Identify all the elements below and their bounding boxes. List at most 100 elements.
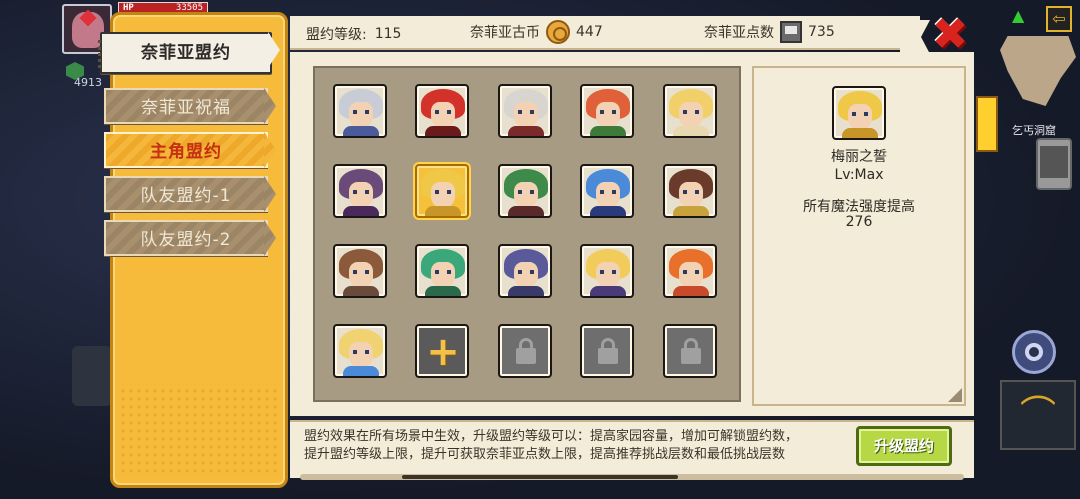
- companion-eyes: [353, 110, 369, 114]
- phone-icon[interactable]: [1036, 138, 1072, 190]
- coin-label: 奈菲亚古币: [470, 25, 540, 41]
- bow-icon[interactable]: ⌒: [1000, 380, 1076, 450]
- companion-body: [508, 126, 544, 136]
- companion-face: [514, 182, 538, 208]
- companion-slot[interactable]: [580, 164, 634, 218]
- covenant-effect-value: 276: [845, 214, 873, 230]
- upgrade-covenant-button[interactable]: 升级盟约: [856, 426, 952, 466]
- companion-face: [679, 102, 703, 128]
- points-counter: 奈菲亚点数 735: [704, 21, 835, 43]
- companion-body: [673, 286, 709, 296]
- portrait-eyes: [852, 112, 868, 116]
- tab-label: 队友盟约-1: [140, 186, 232, 206]
- side-tab[interactable]: [976, 96, 998, 152]
- tab-hero-covenant[interactable]: 主角盟约: [104, 132, 268, 168]
- companion-eyes: [353, 270, 369, 274]
- companion-eyes: [518, 110, 534, 114]
- companion-body: [508, 206, 544, 216]
- companion-body: [673, 206, 709, 216]
- companion-slot[interactable]: [580, 84, 634, 138]
- locked-slot[interactable]: [663, 324, 717, 378]
- exit-icon[interactable]: ⇦: [1046, 6, 1072, 32]
- detail-portrait: [832, 86, 886, 140]
- location-label: 乞丐洞窟: [1012, 124, 1056, 137]
- description-line-2: 提升盟约等级上限，提升可获取奈菲亚点数上限，提高推荐挑战层数和最低挑战层数: [304, 447, 786, 462]
- companion-slot[interactable]: [415, 244, 469, 298]
- tab-label: 奈菲亚盟约: [141, 43, 231, 63]
- notebook-binding: [98, 40, 110, 68]
- companion-slot[interactable]: [498, 84, 552, 138]
- companion-slot[interactable]: [415, 84, 469, 138]
- companion-eyes: [683, 110, 699, 114]
- companion-eyes: [518, 190, 534, 194]
- tab-nephia-covenant[interactable]: 奈菲亚盟约: [98, 32, 272, 74]
- companion-eyes: [600, 190, 616, 194]
- plus-icon: +: [426, 329, 460, 375]
- bar-flag: [900, 20, 930, 54]
- companion-eyes: [518, 270, 534, 274]
- tab-teammate-covenant-2[interactable]: 队友盟约-2: [104, 220, 268, 256]
- companion-face: [679, 262, 703, 288]
- companion-face: [596, 182, 620, 208]
- wifi-icon: ▲: [1012, 6, 1025, 25]
- lock-icon: [681, 348, 701, 364]
- gear-icon[interactable]: [1012, 330, 1056, 374]
- locked-slot[interactable]: [498, 324, 552, 378]
- companion-slot[interactable]: [333, 244, 387, 298]
- tab-label: 奈菲亚祝福: [141, 98, 231, 118]
- tab-label: 队友盟约-2: [140, 230, 232, 250]
- companion-face: [349, 102, 373, 128]
- covenant-level: 盟约等级: 115: [306, 24, 401, 44]
- companion-body: [590, 286, 626, 296]
- companion-slot[interactable]: [333, 164, 387, 218]
- companion-body: [590, 126, 626, 136]
- close-icon[interactable]: ✖: [930, 13, 970, 57]
- tab-label: 主角盟约: [150, 142, 222, 162]
- covenant-name: 梅丽之誓: [831, 149, 887, 165]
- points-label: 奈菲亚点数: [704, 25, 774, 41]
- companion-eyes: [435, 270, 451, 274]
- companion-slot-selected[interactable]: [415, 164, 469, 218]
- companion-slot[interactable]: [663, 84, 717, 138]
- companion-eyes: [683, 270, 699, 274]
- portrait-face: [848, 104, 872, 130]
- points-value: 735: [808, 24, 835, 40]
- description-text: 盟约效果在所有场景中生效，升级盟约等级可以：提高家园容量，增加可解锁盟约数， 提…: [304, 428, 844, 464]
- companion-body: [673, 126, 709, 136]
- companion-eyes: [600, 110, 616, 114]
- companion-slot[interactable]: [663, 164, 717, 218]
- chip-icon: [780, 21, 802, 43]
- companion-body: [425, 286, 461, 296]
- lock-icon: [516, 348, 536, 364]
- companion-slot[interactable]: [498, 244, 552, 298]
- companion-face: [431, 182, 455, 208]
- tab-teammate-covenant-1[interactable]: 队友盟约-1: [104, 176, 268, 212]
- companion-body: [590, 206, 626, 216]
- player-level: 4913: [74, 76, 102, 89]
- game-screen: HP 33505 4913 ▲ ⇦ 乞丐洞窟 ⌒ 奈菲亚盟约 奈菲亚祝福 主角盟约…: [0, 0, 1080, 499]
- companion-eyes: [353, 190, 369, 194]
- locked-slot[interactable]: [580, 324, 634, 378]
- companion-slot[interactable]: [498, 164, 552, 218]
- companion-slot[interactable]: [333, 324, 387, 378]
- companion-body: [343, 366, 379, 376]
- resource-bar: 盟约等级: 115 奈菲亚古币 447 奈菲亚点数 735: [290, 16, 920, 50]
- dpad[interactable]: [72, 346, 112, 406]
- companion-face: [514, 262, 538, 288]
- companion-eyes: [435, 110, 451, 114]
- companion-slot[interactable]: [333, 84, 387, 138]
- companion-body: [343, 286, 379, 296]
- tab-nephia-blessing[interactable]: 奈菲亚祝福: [104, 88, 268, 124]
- companion-slot[interactable]: [663, 244, 717, 298]
- scrollbar-thumb[interactable]: [402, 475, 678, 479]
- covenant-effect: 所有魔法强度提高: [803, 199, 915, 215]
- minimap[interactable]: [1000, 36, 1076, 106]
- panel-pattern: [119, 387, 279, 477]
- companion-eyes: [353, 350, 369, 354]
- add-slot-button[interactable]: +: [415, 324, 469, 378]
- companion-slot[interactable]: [580, 244, 634, 298]
- companion-face: [596, 102, 620, 128]
- companion-face: [514, 102, 538, 128]
- description-line-1: 盟约效果在所有场景中生效，升级盟约等级可以：提高家园容量，增加可解锁盟约数，: [304, 429, 799, 444]
- level-label: 盟约等级:: [306, 27, 367, 43]
